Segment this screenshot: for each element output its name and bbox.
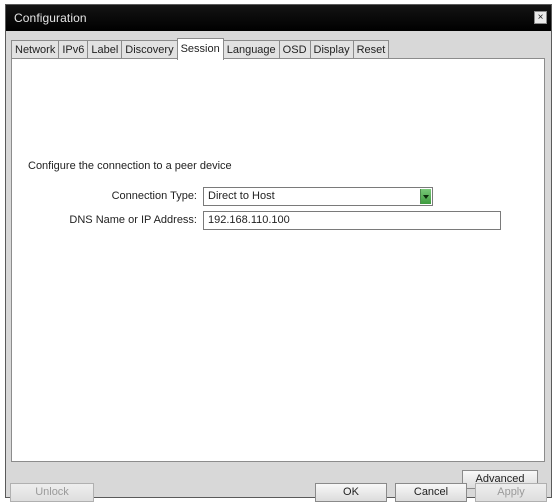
connection-type-label: Connection Type: [111, 190, 197, 202]
dialog-body: Network IPv6 Label Discovery Session Lan… [6, 31, 551, 502]
close-button[interactable]: × [534, 11, 547, 24]
window-title: Configuration [14, 11, 87, 25]
tab-label[interactable]: Label [87, 40, 123, 59]
tab-display[interactable]: Display [309, 40, 354, 59]
tab-reset[interactable]: Reset [352, 40, 390, 59]
unlock-button[interactable]: Unlock [10, 483, 94, 502]
apply-button[interactable]: Apply [475, 483, 547, 502]
close-icon: × [537, 12, 544, 23]
session-heading: Configure the connection to a peer devic… [28, 160, 232, 172]
tab-bar: Network IPv6 Label Discovery Session Lan… [11, 38, 390, 60]
tab-network[interactable]: Network [11, 40, 60, 59]
cancel-button[interactable]: Cancel [395, 483, 467, 502]
tab-language[interactable]: Language [222, 40, 280, 59]
tab-ipv6[interactable]: IPv6 [58, 40, 89, 59]
dns-label: DNS Name or IP Address: [69, 214, 197, 226]
tab-session[interactable]: Session [176, 38, 224, 60]
dropdown-arrow-icon[interactable] [420, 189, 431, 204]
connection-type-value: Direct to Host [208, 190, 275, 202]
session-panel: Configure the connection to a peer devic… [11, 58, 545, 489]
connection-type-select[interactable]: Direct to Host [203, 187, 433, 206]
ok-button[interactable]: OK [315, 483, 387, 502]
tab-discovery[interactable]: Discovery [121, 40, 178, 59]
dns-address-input[interactable]: 192.168.110.100 [203, 211, 501, 230]
title-bar[interactable]: Configuration × [6, 5, 551, 31]
tab-osd[interactable]: OSD [278, 40, 311, 59]
configuration-window: Configuration × Network IPv6 Label Disco… [5, 4, 552, 502]
